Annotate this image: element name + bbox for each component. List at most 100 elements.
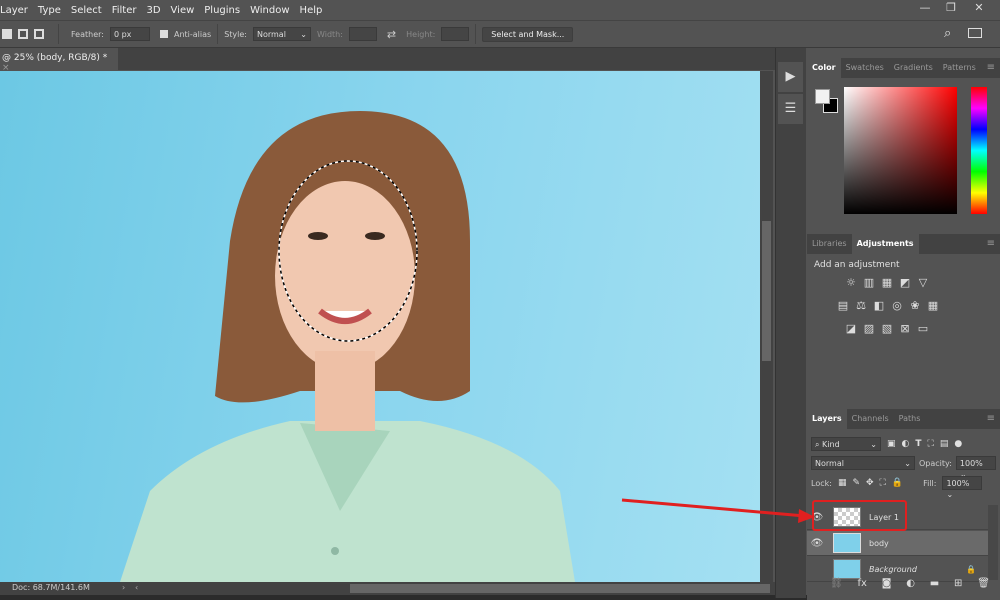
panel-menu-icon[interactable]: ≡ bbox=[982, 409, 1000, 429]
opacity-value: 100% bbox=[959, 459, 983, 468]
adjustments-heading: Add an adjustment bbox=[814, 260, 900, 270]
subtract-selection-icon[interactable] bbox=[18, 29, 28, 39]
menu-window[interactable]: Window bbox=[245, 5, 294, 16]
document-tab[interactable]: @ 25% (body, RGB/8) * × bbox=[0, 48, 118, 73]
swap-icon[interactable]: ⇄ bbox=[387, 28, 396, 41]
close-window-button[interactable]: ✕ bbox=[966, 0, 992, 18]
selective-color-icon[interactable]: ⊠ bbox=[896, 318, 914, 340]
menu-layer[interactable]: Layer bbox=[0, 5, 33, 16]
tab-gradients[interactable]: Gradients bbox=[889, 58, 938, 78]
tab-patterns[interactable]: Patterns bbox=[938, 58, 981, 78]
menu-select[interactable]: Select bbox=[66, 5, 107, 16]
layers-scrollbar[interactable] bbox=[988, 505, 998, 580]
filter-toggle[interactable]: ● bbox=[954, 439, 962, 449]
menu-filter[interactable]: Filter bbox=[107, 5, 142, 16]
filter-type-icon[interactable]: T bbox=[915, 439, 921, 449]
foreground-color-swatch[interactable] bbox=[815, 89, 830, 104]
color-lookup-icon[interactable]: ▦ bbox=[924, 295, 942, 317]
curves-icon[interactable]: ▦ bbox=[878, 272, 896, 294]
style-select[interactable]: Normal ⌄ bbox=[252, 27, 311, 41]
trash-icon[interactable]: 🗑 bbox=[977, 578, 990, 589]
lock-transparent-icon[interactable]: ▦ bbox=[838, 478, 847, 488]
doc-size: Doc: 68.7M/141.6M bbox=[12, 583, 90, 592]
tab-paths[interactable]: Paths bbox=[894, 409, 926, 429]
properties-sliders-icon[interactable]: ☰ bbox=[778, 94, 803, 124]
tab-swatches[interactable]: Swatches bbox=[841, 58, 889, 78]
layer-name: body bbox=[869, 538, 889, 548]
posterize-icon[interactable]: ▨ bbox=[860, 318, 878, 340]
new-layer-icon[interactable]: ⊞ bbox=[954, 578, 962, 589]
menu-view[interactable]: View bbox=[166, 5, 200, 16]
filter-shape-icon[interactable]: ⛶ bbox=[928, 439, 934, 449]
search-icon[interactable]: ⌕ bbox=[944, 26, 951, 41]
feather-label: Feather: bbox=[71, 29, 104, 39]
lock-all-icon[interactable]: 🔒 bbox=[892, 478, 903, 488]
lock-artboard-icon[interactable]: ⛶ bbox=[880, 478, 886, 488]
layer-filter-select[interactable]: ⌕ Kind ⌄ bbox=[811, 437, 881, 451]
gradient-map-icon[interactable]: ▭ bbox=[914, 318, 932, 340]
play-actions-icon[interactable]: ▶ bbox=[778, 62, 803, 92]
annotation-arrow bbox=[621, 498, 815, 523]
tab-channels[interactable]: Channels bbox=[847, 409, 894, 429]
layer-name: Background bbox=[869, 564, 917, 574]
filter-adjustment-icon[interactable]: ◐ bbox=[902, 439, 910, 449]
hue-slider[interactable] bbox=[971, 87, 987, 214]
vibrance-icon[interactable]: ▽ bbox=[914, 272, 932, 294]
fx-icon[interactable]: fx bbox=[858, 578, 867, 589]
tab-adjustments[interactable]: Adjustments bbox=[851, 234, 919, 254]
filter-kind: Kind bbox=[822, 440, 840, 449]
tab-layers[interactable]: Layers bbox=[807, 409, 847, 429]
visibility-eye-icon[interactable]: 👁 bbox=[807, 538, 827, 549]
antialias-checkbox[interactable] bbox=[159, 30, 168, 38]
channel-mixer-icon[interactable]: ❀ bbox=[906, 295, 924, 317]
black-white-icon[interactable]: ◧ bbox=[870, 295, 888, 317]
invert-icon[interactable]: ◪ bbox=[842, 318, 860, 340]
brightness-icon[interactable]: ☼ bbox=[842, 272, 860, 294]
color-field[interactable] bbox=[844, 87, 957, 214]
blend-mode-select[interactable]: Normal ⌄ bbox=[811, 456, 915, 470]
add-mask-icon[interactable]: ◙ bbox=[882, 578, 892, 589]
exposure-icon[interactable]: ◩ bbox=[896, 272, 914, 294]
fill-input[interactable]: 100% ⌄ bbox=[942, 476, 983, 499]
color-panel: Color Swatches Gradients Patterns ≡ bbox=[807, 58, 1000, 230]
intersect-selection-icon[interactable] bbox=[34, 29, 44, 39]
workspace-icon[interactable] bbox=[968, 28, 982, 38]
link-layers-icon[interactable]: ⛓ bbox=[830, 578, 843, 589]
lock-pixels-icon[interactable]: ✎ bbox=[852, 478, 860, 488]
filter-smart-icon[interactable]: ▤ bbox=[940, 439, 949, 449]
lock-position-icon[interactable]: ✥ bbox=[866, 478, 874, 488]
add-selection-icon[interactable] bbox=[2, 29, 12, 39]
new-group-icon[interactable]: ▬ bbox=[930, 578, 939, 589]
menu-plugins[interactable]: Plugins bbox=[199, 5, 245, 16]
hue-saturation-icon[interactable]: ▤ bbox=[834, 295, 852, 317]
horizontal-scrollbar[interactable] bbox=[350, 584, 770, 593]
tab-color[interactable]: Color bbox=[807, 58, 841, 78]
levels-icon[interactable]: ▥ bbox=[860, 272, 878, 294]
restore-button[interactable]: ❐ bbox=[938, 0, 964, 18]
status-arrow-icon[interactable]: › bbox=[122, 583, 125, 592]
panel-menu-icon[interactable]: ≡ bbox=[982, 234, 1000, 254]
chevron-down-icon: ⌄ bbox=[300, 30, 307, 39]
panel-menu-icon[interactable]: ≡ bbox=[982, 58, 1000, 78]
scroll-left-icon[interactable]: ‹ bbox=[135, 583, 138, 592]
select-and-mask-button[interactable]: Select and Mask... bbox=[482, 26, 574, 42]
new-adjustment-icon[interactable]: ◐ bbox=[906, 578, 915, 589]
status-bar: Doc: 68.7M/141.6M › ‹ bbox=[0, 582, 775, 595]
opacity-label: Opacity: bbox=[919, 458, 952, 468]
blend-mode-value: Normal bbox=[815, 459, 844, 468]
width-input[interactable] bbox=[348, 27, 377, 41]
height-input[interactable] bbox=[441, 27, 470, 41]
minimize-button[interactable]: — bbox=[912, 0, 938, 18]
filter-image-icon[interactable]: ▣ bbox=[887, 439, 896, 449]
photo-filter-icon[interactable]: ◎ bbox=[888, 295, 906, 317]
feather-input[interactable]: 0 px bbox=[109, 27, 150, 41]
color-balance-icon[interactable]: ⚖ bbox=[852, 295, 870, 317]
scroll-thumb[interactable] bbox=[762, 221, 771, 361]
opacity-input[interactable]: 100% ⌄ bbox=[955, 456, 996, 479]
layer-row-body[interactable]: 👁 body bbox=[807, 531, 988, 556]
threshold-icon[interactable]: ▧ bbox=[878, 318, 896, 340]
menu-3d[interactable]: 3D bbox=[141, 5, 165, 16]
menu-type[interactable]: Type bbox=[33, 5, 66, 16]
menu-help[interactable]: Help bbox=[295, 5, 328, 16]
tab-libraries[interactable]: Libraries bbox=[807, 234, 852, 254]
